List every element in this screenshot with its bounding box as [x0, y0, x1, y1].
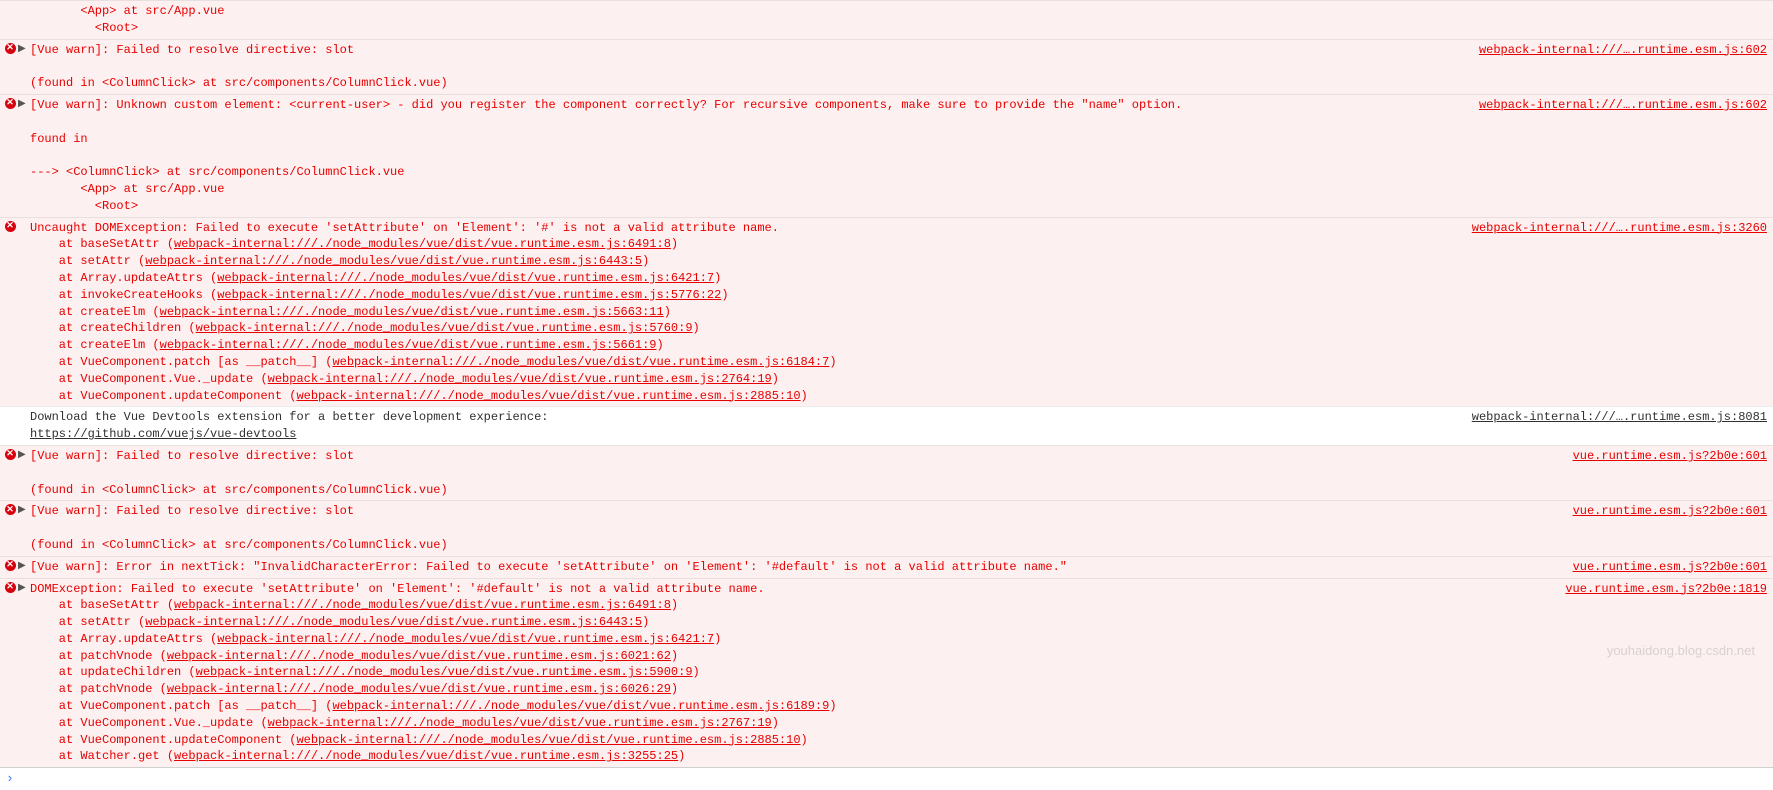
stack-source-link[interactable]: webpack-internal:///./node_modules/vue/d…: [217, 271, 714, 285]
stack-source-link[interactable]: webpack-internal:///./node_modules/vue/d…: [296, 733, 800, 747]
stack-frame: at VueComponent.Vue._update (webpack-int…: [30, 715, 1549, 732]
error-icon: ✕: [5, 221, 16, 232]
console-message: Download the Vue Devtools extension for …: [30, 409, 1456, 443]
stack-frame: at baseSetAttr (webpack-internal:///./no…: [30, 597, 1549, 614]
expand-toggle: [18, 220, 30, 221]
error-icon-column: ✕: [2, 503, 18, 515]
error-icon: ✕: [5, 560, 16, 571]
error-icon-column: [2, 3, 18, 4]
stack-frame: at createChildren (webpack-internal:///.…: [30, 320, 1456, 337]
source-link[interactable]: webpack-internal:///….runtime.esm.js:602: [1463, 97, 1767, 114]
error-icon: ✕: [5, 504, 16, 515]
stack-frame: at invokeCreateHooks (webpack-internal:/…: [30, 287, 1456, 304]
source-link[interactable]: webpack-internal:///….runtime.esm.js:808…: [1456, 409, 1767, 426]
console-message: [Vue warn]: Failed to resolve directive:…: [30, 42, 1463, 92]
stack-frame: at setAttr (webpack-internal:///./node_m…: [30, 614, 1549, 631]
expand-toggle[interactable]: ▶: [18, 42, 30, 57]
error-icon-column: [2, 409, 18, 410]
stack-frame: at VueComponent.updateComponent (webpack…: [30, 732, 1549, 749]
stack-frame: at createElm (webpack-internal:///./node…: [30, 337, 1456, 354]
stack-frame: at patchVnode (webpack-internal:///./nod…: [30, 648, 1549, 665]
console-message: <App> at src/App.vue <Root>: [30, 3, 1751, 37]
expand-toggle[interactable]: ▶: [18, 559, 30, 574]
source-link[interactable]: vue.runtime.esm.js?2b0e:601: [1557, 448, 1767, 465]
error-icon: ✕: [5, 449, 16, 460]
stack-frame: at baseSetAttr (webpack-internal:///./no…: [30, 236, 1456, 253]
stack-source-link[interactable]: webpack-internal:///./node_modules/vue/d…: [174, 598, 671, 612]
stack-frame: at Array.updateAttrs (webpack-internal:/…: [30, 270, 1456, 287]
console-message: Uncaught DOMException: Failed to execute…: [30, 220, 1456, 405]
stack-source-link[interactable]: webpack-internal:///./node_modules/vue/d…: [174, 237, 671, 251]
console-message: [Vue warn]: Failed to resolve directive:…: [30, 503, 1557, 553]
console-message: [Vue warn]: Unknown custom element: <cur…: [30, 97, 1463, 215]
stack-frame: at VueComponent.patch [as __patch__] (we…: [30, 698, 1549, 715]
error-icon: ✕: [5, 98, 16, 109]
source-link[interactable]: vue.runtime.esm.js?2b0e:601: [1557, 503, 1767, 520]
stack-source-link[interactable]: webpack-internal:///./node_modules/vue/d…: [217, 632, 714, 646]
stack-source-link[interactable]: webpack-internal:///./node_modules/vue/d…: [174, 749, 678, 763]
prompt-symbol: ›: [6, 771, 14, 786]
console-message: [Vue warn]: Failed to resolve directive:…: [30, 448, 1557, 498]
stack-source-link[interactable]: webpack-internal:///./node_modules/vue/d…: [332, 355, 829, 369]
stack-source-link[interactable]: webpack-internal:///./node_modules/vue/d…: [268, 716, 772, 730]
stack-source-link[interactable]: webpack-internal:///./node_modules/vue/d…: [145, 254, 642, 268]
stack-frame: at VueComponent.updateComponent (webpack…: [30, 388, 1456, 405]
console-entry[interactable]: ✕▶[Vue warn]: Failed to resolve directiv…: [0, 445, 1773, 500]
stack-source-link[interactable]: webpack-internal:///./node_modules/vue/d…: [332, 699, 829, 713]
console-entry[interactable]: <App> at src/App.vue <Root>: [0, 0, 1773, 39]
console-entry[interactable]: ✕▶[Vue warn]: Failed to resolve directiv…: [0, 500, 1773, 555]
expand-toggle: [18, 409, 30, 410]
stack-frame: at patchVnode (webpack-internal:///./nod…: [30, 681, 1549, 698]
console-panel: <App> at src/App.vue <Root>✕▶[Vue warn]:…: [0, 0, 1773, 767]
console-entry[interactable]: Download the Vue Devtools extension for …: [0, 406, 1773, 445]
stack-source-link[interactable]: webpack-internal:///./node_modules/vue/d…: [167, 649, 671, 663]
error-icon-column: ✕: [2, 581, 18, 593]
error-icon-column: ✕: [2, 220, 18, 232]
source-link[interactable]: vue.runtime.esm.js?2b0e:1819: [1549, 581, 1767, 598]
error-icon-column: ✕: [2, 97, 18, 109]
console-prompt[interactable]: ›: [0, 767, 1773, 790]
source-link[interactable]: webpack-internal:///….runtime.esm.js:326…: [1456, 220, 1767, 237]
console-entry[interactable]: ✕▶[Vue warn]: Failed to resolve directiv…: [0, 39, 1773, 94]
expand-toggle: [18, 3, 30, 4]
source-link[interactable]: vue.runtime.esm.js?2b0e:601: [1557, 559, 1767, 576]
error-icon-column: ✕: [2, 448, 18, 460]
devtools-link[interactable]: https://github.com/vuejs/vue-devtools: [30, 427, 296, 441]
console-entry[interactable]: ✕▶DOMException: Failed to execute 'setAt…: [0, 578, 1773, 768]
stack-source-link[interactable]: webpack-internal:///./node_modules/vue/d…: [268, 372, 772, 386]
expand-toggle[interactable]: ▶: [18, 581, 30, 596]
stack-frame: at VueComponent.Vue._update (webpack-int…: [30, 371, 1456, 388]
stack-frame: at createElm (webpack-internal:///./node…: [30, 304, 1456, 321]
expand-toggle[interactable]: ▶: [18, 97, 30, 112]
error-icon: ✕: [5, 582, 16, 593]
stack-frame: at VueComponent.patch [as __patch__] (we…: [30, 354, 1456, 371]
console-message: [Vue warn]: Error in nextTick: "InvalidC…: [30, 559, 1557, 576]
stack-source-link[interactable]: webpack-internal:///./node_modules/vue/d…: [296, 389, 800, 403]
expand-toggle[interactable]: ▶: [18, 448, 30, 463]
stack-source-link[interactable]: webpack-internal:///./node_modules/vue/d…: [196, 321, 693, 335]
error-icon: ✕: [5, 43, 16, 54]
source-link[interactable]: webpack-internal:///….runtime.esm.js:602: [1463, 42, 1767, 59]
stack-frame: at Watcher.get (webpack-internal:///./no…: [30, 748, 1549, 765]
stack-frame: at updateChildren (webpack-internal:///.…: [30, 664, 1549, 681]
console-entry[interactable]: ✕ Uncaught DOMException: Failed to execut…: [0, 217, 1773, 407]
stack-source-link[interactable]: webpack-internal:///./node_modules/vue/d…: [217, 288, 721, 302]
error-icon-column: ✕: [2, 42, 18, 54]
console-message: DOMException: Failed to execute 'setAttr…: [30, 581, 1549, 766]
stack-source-link[interactable]: webpack-internal:///./node_modules/vue/d…: [160, 338, 657, 352]
error-icon-column: ✕: [2, 559, 18, 571]
stack-source-link[interactable]: webpack-internal:///./node_modules/vue/d…: [145, 615, 642, 629]
stack-frame: at Array.updateAttrs (webpack-internal:/…: [30, 631, 1549, 648]
stack-frame: at setAttr (webpack-internal:///./node_m…: [30, 253, 1456, 270]
stack-source-link[interactable]: webpack-internal:///./node_modules/vue/d…: [160, 305, 664, 319]
expand-toggle[interactable]: ▶: [18, 503, 30, 518]
console-entry[interactable]: ✕▶[Vue warn]: Unknown custom element: <c…: [0, 94, 1773, 217]
stack-source-link[interactable]: webpack-internal:///./node_modules/vue/d…: [167, 682, 671, 696]
console-entry[interactable]: ✕▶[Vue warn]: Error in nextTick: "Invali…: [0, 556, 1773, 578]
stack-source-link[interactable]: webpack-internal:///./node_modules/vue/d…: [196, 665, 693, 679]
